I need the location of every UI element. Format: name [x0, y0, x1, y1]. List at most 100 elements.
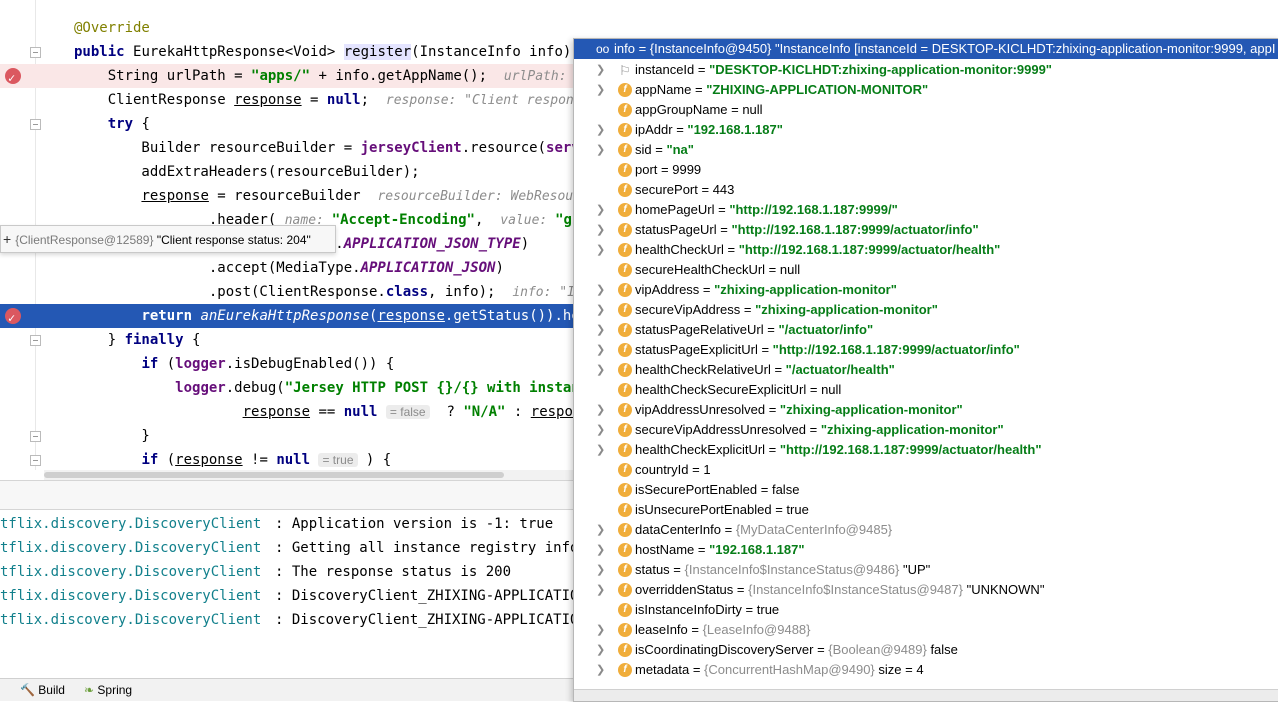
- code-token: = false: [385, 405, 430, 419]
- field-row[interactable]: f port = 9999: [574, 160, 1278, 180]
- expand-arrow-icon[interactable]: ❯: [596, 440, 605, 460]
- field-value: "http://192.168.1.187:9999/actuator/info…: [772, 342, 1020, 357]
- expand-plus-icon[interactable]: +: [1, 231, 15, 247]
- field-row[interactable]: ❯ f hostName = "192.168.1.187": [574, 540, 1278, 560]
- expand-arrow-icon[interactable]: ❯: [596, 560, 605, 580]
- field-row[interactable]: f securePort = 443: [574, 180, 1278, 200]
- field-icon: f: [618, 123, 632, 137]
- field-icon: f: [618, 483, 632, 497]
- field-row[interactable]: ❯ f appName = "ZHIXING-APPLICATION-MONITOR…: [574, 80, 1278, 100]
- equals-sign: =: [765, 442, 780, 457]
- log-source[interactable]: tflix.discovery.DiscoveryClient: [0, 584, 261, 608]
- field-entry: hostName = "192.168.1.187": [635, 540, 805, 560]
- expand-arrow-icon[interactable]: ❯: [596, 420, 605, 440]
- expand-arrow-icon[interactable]: ❯: [596, 200, 605, 220]
- field-entry: vipAddressUnresolved = "zhixing-applicat…: [635, 400, 963, 420]
- field-row[interactable]: ❯ f healthCheckExplicitUrl = "http://192.1…: [574, 440, 1278, 460]
- field-row[interactable]: ❯ f healthCheckRelativeUrl = "/actuator/he…: [574, 360, 1278, 380]
- field-row[interactable]: ❯ f ipAddr = "192.168.1.187": [574, 120, 1278, 140]
- code-token: "Jersey HTTP POST {}/{} with instance: [284, 380, 597, 396]
- expand-arrow-icon[interactable]: ❯: [596, 140, 605, 160]
- build-tool-button[interactable]: 🔨 Build: [20, 679, 65, 701]
- debugger-value-popup[interactable]: oo info = {InstanceInfo@9450} "InstanceI…: [573, 38, 1278, 702]
- expand-arrow-icon[interactable]: ❯: [596, 520, 605, 540]
- field-row[interactable]: ❯ f metadata = {ConcurrentHashMap@9490} si…: [574, 660, 1278, 680]
- breakpoint-icon[interactable]: [5, 306, 21, 330]
- scrollbar-thumb[interactable]: [44, 472, 504, 478]
- field-row[interactable]: f secureHealthCheckUrl = null: [574, 260, 1278, 280]
- field-row[interactable]: f healthCheckSecureExplicitUrl = null: [574, 380, 1278, 400]
- log-source[interactable]: tflix.discovery.DiscoveryClient: [0, 560, 261, 584]
- expand-arrow-icon[interactable]: ❯: [596, 80, 605, 100]
- field-entry: homePageUrl = "http://192.168.1.187:9999…: [635, 200, 898, 220]
- expand-arrow-icon[interactable]: ❯: [596, 640, 605, 660]
- expand-arrow-icon[interactable]: ❯: [596, 60, 605, 80]
- log-source[interactable]: tflix.discovery.DiscoveryClient: [0, 512, 261, 536]
- field-row[interactable]: ❯ f isCoordinatingDiscoveryServer = {Boole…: [574, 640, 1278, 660]
- code-token: null: [343, 404, 378, 420]
- field-entry: leaseInfo = {LeaseInfo@9488}: [635, 620, 811, 640]
- field-icon: f: [618, 343, 632, 357]
- fold-toggle-icon[interactable]: [30, 431, 41, 442]
- field-row[interactable]: f isSecurePortEnabled = false: [574, 480, 1278, 500]
- value-tooltip[interactable]: + {ClientResponse@12589} "Client response…: [0, 225, 336, 253]
- field-row[interactable]: ❯ f status = {InstanceInfo$InstanceStatus@…: [574, 560, 1278, 580]
- expand-arrow-icon[interactable]: ❯: [596, 660, 605, 680]
- spring-tool-button[interactable]: ❧ Spring: [84, 679, 132, 701]
- log-source[interactable]: tflix.discovery.DiscoveryClient: [0, 536, 261, 560]
- expand-arrow-icon[interactable]: ❯: [596, 120, 605, 140]
- expand-arrow-icon[interactable]: ❯: [596, 220, 605, 240]
- expand-arrow-icon[interactable]: ❯: [596, 360, 605, 380]
- field-row[interactable]: ❯ ⚐ instanceId = "DESKTOP-KICLHDT:zhixing-…: [574, 60, 1278, 80]
- field-row[interactable]: ❯ f healthCheckUrl = "http://192.168.1.187…: [574, 240, 1278, 260]
- field-entry: port = 9999: [635, 160, 701, 180]
- field-row[interactable]: f isInstanceInfoDirty = true: [574, 600, 1278, 620]
- code-token: ) {: [357, 452, 392, 468]
- equals-sign: =: [687, 622, 703, 637]
- field-row[interactable]: ❯ f vipAddressUnresolved = "zhixing-applic…: [574, 400, 1278, 420]
- fold-toggle-icon[interactable]: [30, 335, 41, 346]
- field-row[interactable]: ❯ f statusPageExplicitUrl = "http://192.16…: [574, 340, 1278, 360]
- fold-toggle-icon[interactable]: [30, 47, 41, 58]
- expand-arrow-icon[interactable]: ❯: [596, 400, 605, 420]
- code-token: resourceBuilder: WebResour: [377, 189, 581, 204]
- field-name: secureVipAddressUnresolved: [635, 422, 807, 437]
- equals-sign: =: [740, 302, 756, 317]
- field-value: true: [786, 502, 809, 517]
- expand-arrow-icon[interactable]: ❯: [596, 340, 605, 360]
- popup-header[interactable]: oo info = {InstanceInfo@9450} "InstanceI…: [574, 39, 1278, 59]
- log-source[interactable]: tflix.discovery.DiscoveryClient: [0, 608, 261, 632]
- fold-toggle-icon[interactable]: [30, 455, 41, 466]
- field-row[interactable]: ❯ f secureVipAddress = "zhixing-applicatio…: [574, 300, 1278, 320]
- code-line[interactable]: @Override: [0, 16, 1002, 40]
- field-row[interactable]: f isUnsecurePortEnabled = true: [574, 500, 1278, 520]
- field-entry: healthCheckUrl = "http://192.168.1.187:9…: [635, 240, 1000, 260]
- code-token: , info);: [428, 284, 513, 300]
- expand-arrow-icon[interactable]: ❯: [596, 620, 605, 640]
- editor-horizontal-scrollbar[interactable]: [44, 470, 574, 480]
- field-row[interactable]: ❯ f secureVipAddressUnresolved = "zhixing-…: [574, 420, 1278, 440]
- breakpoint-icon[interactable]: [5, 66, 21, 90]
- field-row[interactable]: ❯ f statusPageRelativeUrl = "/actuator/inf…: [574, 320, 1278, 340]
- equals-sign: =: [765, 402, 780, 417]
- field-row[interactable]: ❯ f dataCenterInfo = {MyDataCenterInfo@948…: [574, 520, 1278, 540]
- code-token: null: [276, 452, 311, 468]
- field-ref: {Boolean@9489}: [828, 642, 927, 657]
- field-row[interactable]: f appGroupName = null: [574, 100, 1278, 120]
- field-row[interactable]: ❯ f homePageUrl = "http://192.168.1.187:99…: [574, 200, 1278, 220]
- field-row[interactable]: ❯ f sid = "na": [574, 140, 1278, 160]
- field-row[interactable]: f countryId = 1: [574, 460, 1278, 480]
- field-row[interactable]: ❯ f leaseInfo = {LeaseInfo@9488}: [574, 620, 1278, 640]
- expand-arrow-icon[interactable]: ❯: [596, 540, 605, 560]
- field-row[interactable]: ❯ f vipAddress = "zhixing-application-moni…: [574, 280, 1278, 300]
- fold-toggle-icon[interactable]: [30, 119, 41, 130]
- field-row[interactable]: ❯ f statusPageUrl = "http://192.168.1.187:…: [574, 220, 1278, 240]
- expand-arrow-icon[interactable]: ❯: [596, 580, 605, 600]
- field-entry: isSecurePortEnabled = false: [635, 480, 799, 500]
- field-row[interactable]: ❯ f overriddenStatus = {InstanceInfo$Insta…: [574, 580, 1278, 600]
- expand-arrow-icon[interactable]: ❯: [596, 300, 605, 320]
- expand-arrow-icon[interactable]: ❯: [596, 280, 605, 300]
- expand-arrow-icon[interactable]: ❯: [596, 320, 605, 340]
- expand-arrow-icon[interactable]: ❯: [596, 240, 605, 260]
- code-token: {: [183, 332, 201, 348]
